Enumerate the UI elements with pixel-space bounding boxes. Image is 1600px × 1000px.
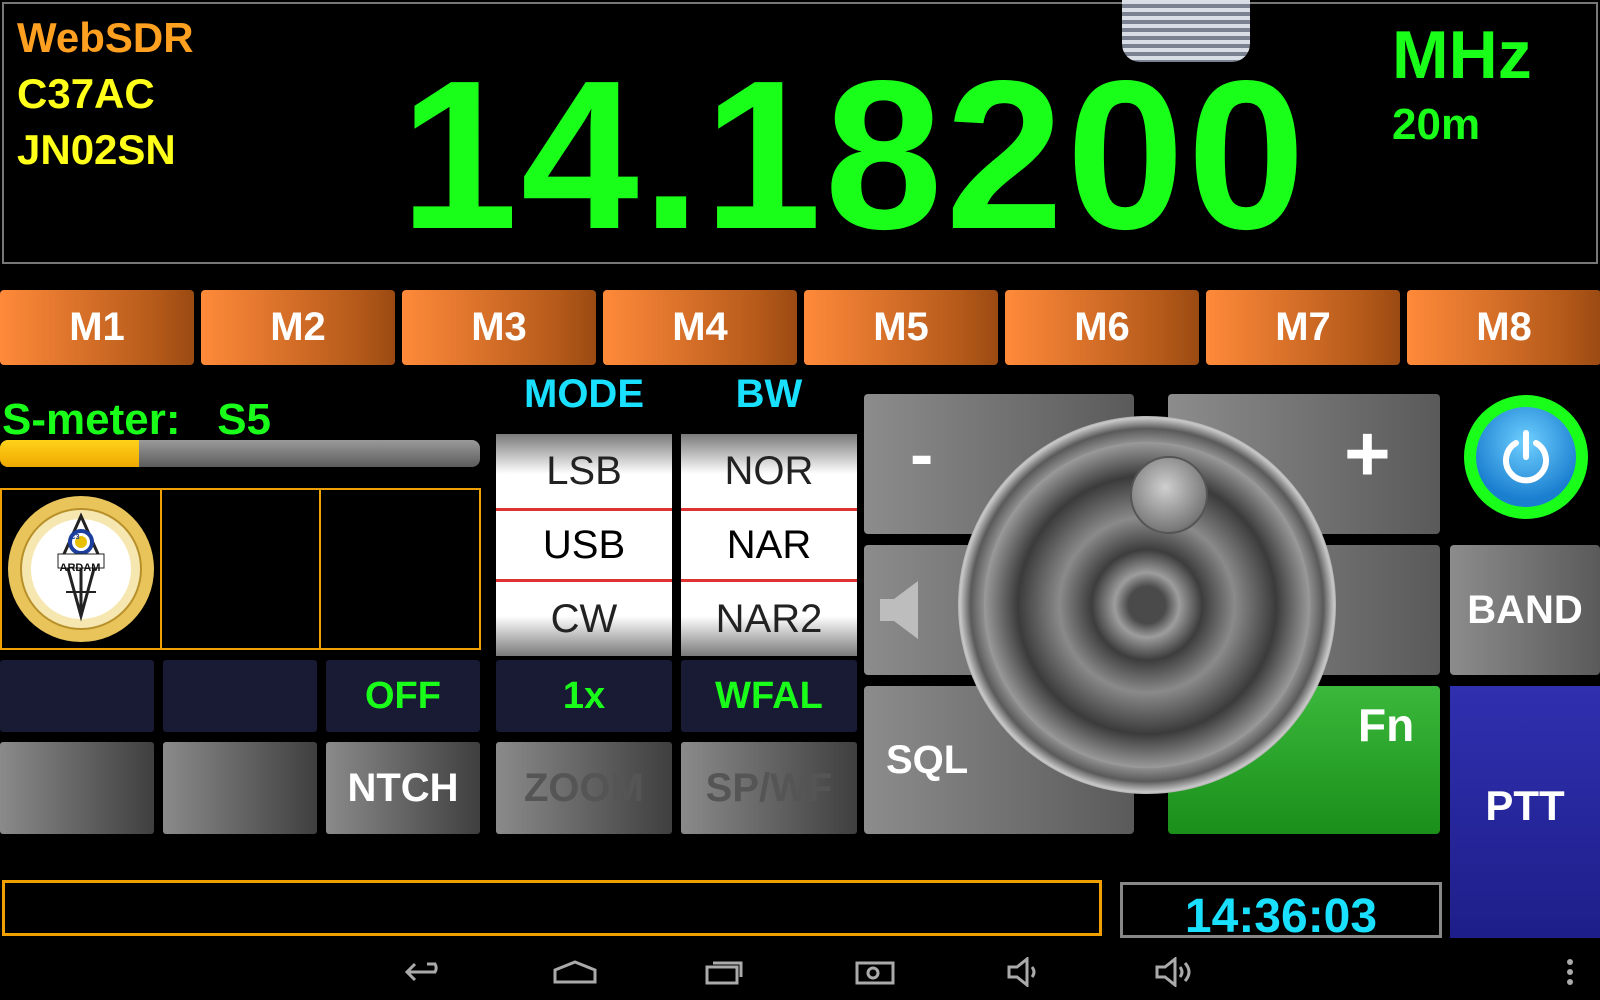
ptt-button[interactable]: PTT (1450, 686, 1600, 938)
spectrum-waterfall-button[interactable]: SP/WF (681, 742, 857, 834)
memory-label: M5 (873, 305, 929, 349)
message-field[interactable] (2, 880, 1102, 936)
memory-button-5[interactable]: M5 (804, 290, 998, 365)
notch-button[interactable]: NTCH (326, 742, 480, 834)
callsign: C37AC (17, 70, 155, 117)
smeter-value: S5 (217, 395, 272, 444)
view-status: WFAL (681, 660, 857, 732)
minus-label: - (910, 415, 934, 493)
frequency-readout[interactable]: 14.18200 (400, 49, 1308, 261)
logo-text: ARDAM (59, 562, 101, 574)
home-icon[interactable] (550, 950, 600, 994)
smeter-fill (0, 440, 140, 467)
bw-option-nar[interactable]: NAR (681, 508, 857, 582)
screenshot-icon[interactable] (850, 950, 900, 994)
bw-header: BW (735, 372, 803, 416)
volume-up-icon[interactable] (1150, 950, 1200, 994)
memory-button-7[interactable]: M7 (1206, 290, 1400, 365)
frequency-unit: MHz (1392, 17, 1532, 93)
memory-label: M7 (1275, 305, 1331, 349)
back-icon[interactable] (400, 950, 450, 994)
memory-button-8[interactable]: M8 (1407, 290, 1600, 365)
memory-label: M8 (1476, 305, 1532, 349)
bw-option-nor[interactable]: NOR (681, 434, 857, 508)
power-icon (1503, 430, 1549, 484)
fn-label: Fn (1358, 699, 1415, 751)
volume-down-icon[interactable] (1000, 950, 1050, 994)
mode-option-lsb[interactable]: LSB (496, 434, 672, 508)
mode-option-usb[interactable]: USB (496, 508, 672, 582)
smeter-title: S-meter: (2, 395, 181, 444)
band-button[interactable]: BAND (1450, 545, 1600, 675)
clock-box: 14:36:03 (1120, 882, 1442, 943)
memory-button-3[interactable]: M3 (402, 290, 596, 365)
status-tile-2 (163, 660, 317, 732)
image-slot-3[interactable] (321, 490, 479, 648)
function-button-2[interactable] (163, 742, 317, 834)
recent-apps-icon[interactable] (700, 950, 750, 994)
clock: 14:36:03 (1184, 890, 1378, 943)
smeter-bar (0, 440, 480, 467)
sql-label: SQL (886, 738, 969, 782)
memory-label: M3 (471, 305, 527, 349)
menu-icon[interactable] (1560, 950, 1580, 994)
memory-button-6[interactable]: M6 (1005, 290, 1199, 365)
memory-label: M6 (1074, 305, 1130, 349)
band-label: 20m (1392, 100, 1481, 149)
status-tile-1 (0, 660, 154, 732)
memory-button-1[interactable]: M1 (0, 290, 194, 365)
memory-button-4[interactable]: M4 (603, 290, 797, 365)
station-name: WebSDR (17, 14, 194, 61)
zoom-button[interactable]: ZOOM (496, 742, 672, 834)
logo-badge: C3 (70, 534, 80, 541)
notch-status: OFF (326, 660, 480, 732)
bw-option-nar2[interactable]: NAR2 (681, 582, 857, 656)
smeter-label: S-meter: S5 (2, 395, 271, 445)
ptt-label: PTT (1485, 782, 1565, 829)
memory-label: M2 (270, 305, 326, 349)
memory-button-2[interactable]: M2 (201, 290, 395, 365)
mode-option-cw[interactable]: CW (496, 582, 672, 656)
locator: JN02SN (17, 126, 176, 173)
bw-picker[interactable]: NOR NAR NAR2 (681, 434, 857, 656)
plus-label: + (1344, 409, 1391, 498)
memory-label: M1 (69, 305, 125, 349)
tuning-knob-grip[interactable] (1130, 456, 1208, 534)
zoom-status: 1x (496, 660, 672, 732)
power-button[interactable] (1476, 407, 1576, 507)
memory-label: M4 (672, 305, 728, 349)
mode-picker[interactable]: LSB USB CW (496, 434, 672, 656)
mode-header: MODE (524, 372, 644, 416)
drawer-handle[interactable] (1122, 0, 1250, 62)
function-button-1[interactable] (0, 742, 154, 834)
image-slot-2[interactable] (162, 490, 322, 648)
speaker-icon (880, 581, 918, 639)
